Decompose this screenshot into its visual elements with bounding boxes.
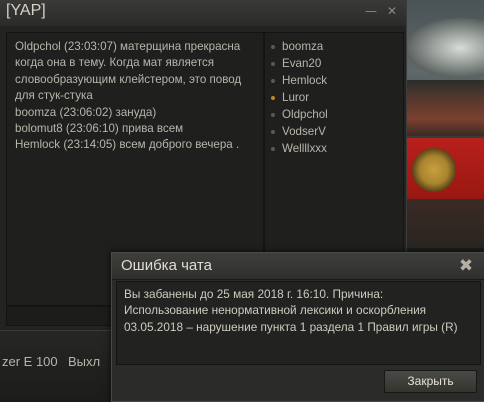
member-name: Luror [282, 91, 310, 104]
status-dot-icon [271, 95, 275, 100]
dialog-message: Вы забанены до 25 мая 2018 г. 16:10. При… [124, 286, 474, 335]
message-line: словообразующим клейстером, это повод [15, 72, 242, 86]
dialog-message-line: 03.05.2018 – нарушение пункта 1 раздела … [124, 319, 458, 334]
message-line: Hemlock (23:14:05) всем доброго вечера . [15, 138, 240, 152]
exit-label[interactable]: Выхл [68, 354, 100, 369]
member-item[interactable]: Evan20 [271, 56, 321, 72]
minimize-icon[interactable]: — [364, 4, 378, 18]
member-item[interactable]: boomza [271, 39, 323, 55]
status-dot-icon [271, 112, 275, 117]
status-dot-icon [271, 61, 275, 66]
status-dot-icon [271, 129, 275, 134]
dialog-message-line: Использование ненормативной лексики и ос… [124, 303, 427, 318]
chat-error-dialog: Ошибка чата ✖ Вы забанены до 25 мая 2018… [111, 252, 484, 402]
clan-emblem-icon [412, 148, 456, 192]
dialog-message-line: Вы забанены до 25 мая 2018 г. 16:10. При… [124, 287, 384, 301]
dialog-title: Ошибка чата [121, 257, 212, 274]
close-icon[interactable]: ✖ [457, 257, 475, 275]
status-dot-icon [271, 146, 275, 151]
dialog-titlebar[interactable]: Ошибка чата ✖ [112, 253, 484, 280]
tank-barrel-image [405, 18, 484, 78]
member-item[interactable]: Oldpchol [271, 107, 328, 123]
dialog-body: Вы забанены до 25 мая 2018 г. 16:10. При… [116, 281, 481, 365]
member-name: Evan20 [282, 57, 322, 70]
member-name: boomza [282, 40, 324, 53]
tank-name-label: zer E 100 [2, 354, 58, 369]
member-name: VodserV [282, 125, 326, 138]
message-line: когда она в тему. Когда мат является [15, 56, 215, 70]
member-item[interactable]: VodserV [271, 124, 326, 140]
member-item[interactable]: Wellllxxx [271, 141, 327, 157]
tank-body-image [405, 80, 484, 136]
status-dot-icon [271, 78, 275, 83]
message-line: для стук-стука [15, 89, 93, 103]
close-button[interactable]: Закрыть [384, 370, 477, 393]
member-name: Hemlock [282, 74, 328, 87]
message-line: boomza (23:06:02) зануда) [15, 105, 157, 119]
message-line: Oldpchol (23:03:07) матерщина прекрасна [15, 40, 241, 53]
member-name: Wellllxxx [282, 142, 327, 155]
member-item[interactable]: Luror [271, 90, 309, 106]
chat-titlebar[interactable]: [YAP] — ✕ [0, 0, 406, 26]
member-name: Oldpchol [282, 108, 328, 121]
member-item[interactable]: Hemlock [271, 73, 327, 89]
message-line: bolomut8 (23:06:10) прива всем [15, 122, 184, 136]
status-dot-icon [271, 44, 275, 49]
close-icon[interactable]: ✕ [385, 4, 399, 18]
chat-title: [YAP] [6, 2, 46, 19]
